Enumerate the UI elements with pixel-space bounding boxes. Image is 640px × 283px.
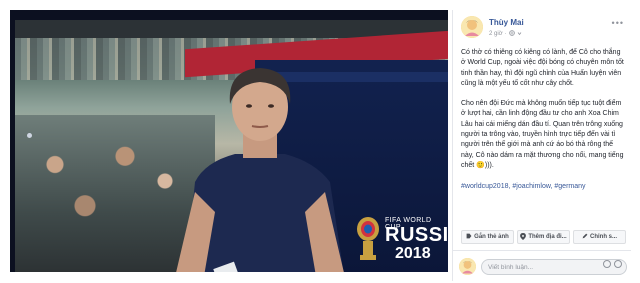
photo-frame[interactable]: FIFA WORLD CUP RUSSIA 2018 bbox=[10, 10, 448, 272]
post-paragraph: Cho nên đội Đức mà không muốn tiếp tục t… bbox=[461, 100, 624, 169]
post-photo[interactable]: FIFA WORLD CUP RUSSIA 2018 bbox=[15, 20, 448, 272]
divider bbox=[453, 250, 631, 251]
commenter-avatar[interactable] bbox=[459, 258, 476, 275]
post-body: Có thờ có thiêng có kiêng có lành, để Cô… bbox=[461, 48, 626, 181]
photo-viewer: FIFA WORLD CUP RUSSIA 2018 bbox=[0, 0, 640, 283]
author-avatar[interactable] bbox=[461, 16, 483, 38]
emoji-icon[interactable] bbox=[603, 260, 611, 268]
post-paragraph: Có thờ có thiêng có kiêng có lành, để Cô… bbox=[461, 49, 624, 87]
camera-icon[interactable] bbox=[614, 260, 622, 268]
previous-photo-indicator[interactable] bbox=[27, 133, 32, 138]
more-options-icon[interactable]: ••• bbox=[612, 18, 624, 28]
pencil-icon bbox=[582, 233, 588, 241]
edit-photo-button[interactable]: Chỉnh s... bbox=[573, 230, 626, 244]
post-time[interactable]: 2 giờ bbox=[489, 31, 503, 37]
chevron-down-icon[interactable] bbox=[517, 31, 522, 38]
location-pin-icon bbox=[520, 232, 527, 242]
world-cup-logo-icon bbox=[357, 217, 379, 260]
tag-photo-button[interactable]: Gắn thẻ ảnh bbox=[461, 230, 514, 244]
tag-icon bbox=[466, 233, 472, 241]
avatar-illustration-icon bbox=[459, 258, 476, 275]
post-meta: 2 giờ · bbox=[489, 30, 522, 38]
comment-composer: Viết bình luận... bbox=[459, 257, 627, 277]
sponsor-year-text: 2018 bbox=[395, 245, 431, 262]
add-location-button[interactable]: Thêm địa đi... bbox=[517, 230, 570, 244]
post-hashtags[interactable]: #worldcup2018, #joachimlow, #germany bbox=[461, 183, 626, 190]
globe-icon bbox=[508, 30, 515, 38]
person-figure bbox=[176, 68, 344, 272]
author-name[interactable]: Thùy Mai bbox=[489, 18, 524, 27]
sponsor-big-text: RUSSIA bbox=[385, 224, 448, 246]
post-sidebar: Thùy Mai 2 giờ · ••• Có thờ có thiêng có… bbox=[452, 10, 631, 281]
comment-attachments bbox=[603, 260, 622, 268]
photo-tools: Gắn thẻ ảnh Thêm địa đi... Chỉnh s... bbox=[461, 230, 626, 244]
post-header: Thùy Mai 2 giờ · ••• bbox=[461, 16, 626, 42]
avatar-illustration-icon bbox=[461, 16, 483, 38]
